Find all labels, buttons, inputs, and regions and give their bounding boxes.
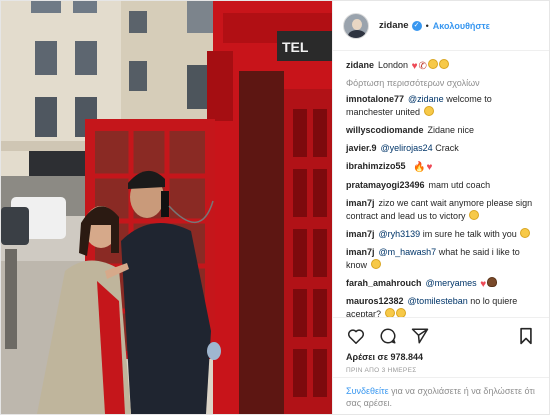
comment-mention[interactable]: @m_hawash7 [379,247,437,257]
heart-outline-icon[interactable] [346,326,366,346]
comment-username[interactable]: iman7j [346,229,375,239]
verified-badge-icon: ✓ [411,20,422,31]
post-actions: Αρέσει σε 978.844 ΠΡΙΝ ΑΠΟ 3 ΗΜΕΡΕΣ [333,317,549,374]
heart-eyes-face-icon [423,106,434,116]
comment-mention[interactable]: @ryh3139 [379,229,421,239]
comment-mention[interactable]: @meryames [426,278,477,288]
comment: farah_amahrouch @meryames ♥ [346,277,541,290]
grinning-face-icon [370,259,381,269]
red-heart-icon: ♥ [426,162,433,173]
login-link[interactable]: Συνδεθείτε [346,386,389,396]
comment: iman7j @ryh3139 im sure he talk with you [346,228,541,241]
comment: javier.9 @yelirojas24 Crack [346,142,541,155]
comment-username[interactable]: willyscodiomande [346,125,424,135]
caption-text: London [378,60,409,70]
comment: pratamayogi23496 mam utd coach [346,179,541,192]
post-username[interactable]: zidane [379,20,409,31]
comment-username[interactable]: mauros12382 [346,296,404,306]
comment: iman7j @m_hawash7 what he said i like to … [346,246,541,272]
avatar[interactable] [343,12,369,39]
caption-username[interactable]: zidane [346,60,374,70]
comment: ibrahimzizo55 🔥♥ [346,160,541,174]
svg-text:TEL: TEL [282,39,309,55]
grinning-face-icon [438,59,449,69]
instagram-post-modal: TEL zidane ✓ • Ακολουθήστε zidane London… [0,0,550,415]
grinning-face-icon [384,308,395,317]
comments-list[interactable]: zidane London ♥✆ Φόρτωση περισσότερων σχο… [333,59,549,317]
grinning-face-icon [427,59,438,69]
comment-text: Zidane nice [427,125,475,135]
comment-text: im sure he talk with you [420,229,517,239]
post-photo: TEL [1,1,332,414]
comment-text [477,278,480,288]
telephone-receiver-icon: ✆ [418,61,427,72]
caption-emojis: ♥✆ [411,59,449,72]
comment-username[interactable]: pratamayogi23496 [346,180,425,190]
comment-username[interactable]: javier.9 [346,143,377,153]
brown-face-icon [487,277,498,287]
post-side-panel: zidane ✓ • Ακολουθήστε zidane London ♥✆ Φ… [332,1,549,414]
red-heart-icon: ♥ [480,279,487,290]
follow-button[interactable]: Ακολουθήστε [433,21,490,31]
action-icons-row [346,324,536,348]
post-photo-illustration: TEL [1,1,332,414]
fire-icon: 🔥 [413,162,426,173]
comment: iman7j zizo we cant wait anymore please s… [346,197,541,223]
login-prompt: Συνδεθείτε για να σχολιάσετε ή να δηλώσε… [333,377,549,414]
comment-text: mam utd coach [428,180,491,190]
bookmark-icon[interactable] [516,326,536,346]
comment-username[interactable]: ibrahimzizo55 [346,161,406,171]
separator-dot: • [425,20,429,31]
comment: mauros12382 @tomilesteban no lo quiere ac… [346,295,541,317]
comment-username[interactable]: farah_amahrouch [346,278,422,288]
comment: imnotalone77 @zidane welcome to mancheste… [346,93,541,119]
comment-username[interactable]: iman7j [346,198,375,208]
comment-username[interactable]: iman7j [346,247,375,257]
red-heart-icon: ♥ [411,61,418,72]
paper-plane-icon[interactable] [410,326,430,346]
comment-text: Crack [432,143,459,153]
post-timestamp: ΠΡΙΝ ΑΠΟ 3 ΗΜΕΡΕΣ [346,367,417,374]
post-header: zidane ✓ • Ακολουθήστε [333,1,549,51]
grinning-face-icon [520,228,531,238]
grinning-face-icon [469,210,480,220]
comment: willyscodiomande Zidane nice [346,124,541,137]
post-caption: zidane London ♥✆ [346,59,541,73]
likes-count[interactable]: Αρέσει σε 978.844 [346,352,536,362]
grinning-face-icon [395,308,406,317]
comment-bubble-icon[interactable] [378,326,398,346]
load-more-comments-link[interactable]: Φόρτωση περισσότερων σχολίων [346,78,541,88]
comment-username[interactable]: imnotalone77 [346,94,404,104]
comment-mention[interactable]: @tomilesteban [408,296,468,306]
comment-mention[interactable]: @yelirojas24 [381,143,433,153]
comment-mention[interactable]: @zidane [408,94,444,104]
